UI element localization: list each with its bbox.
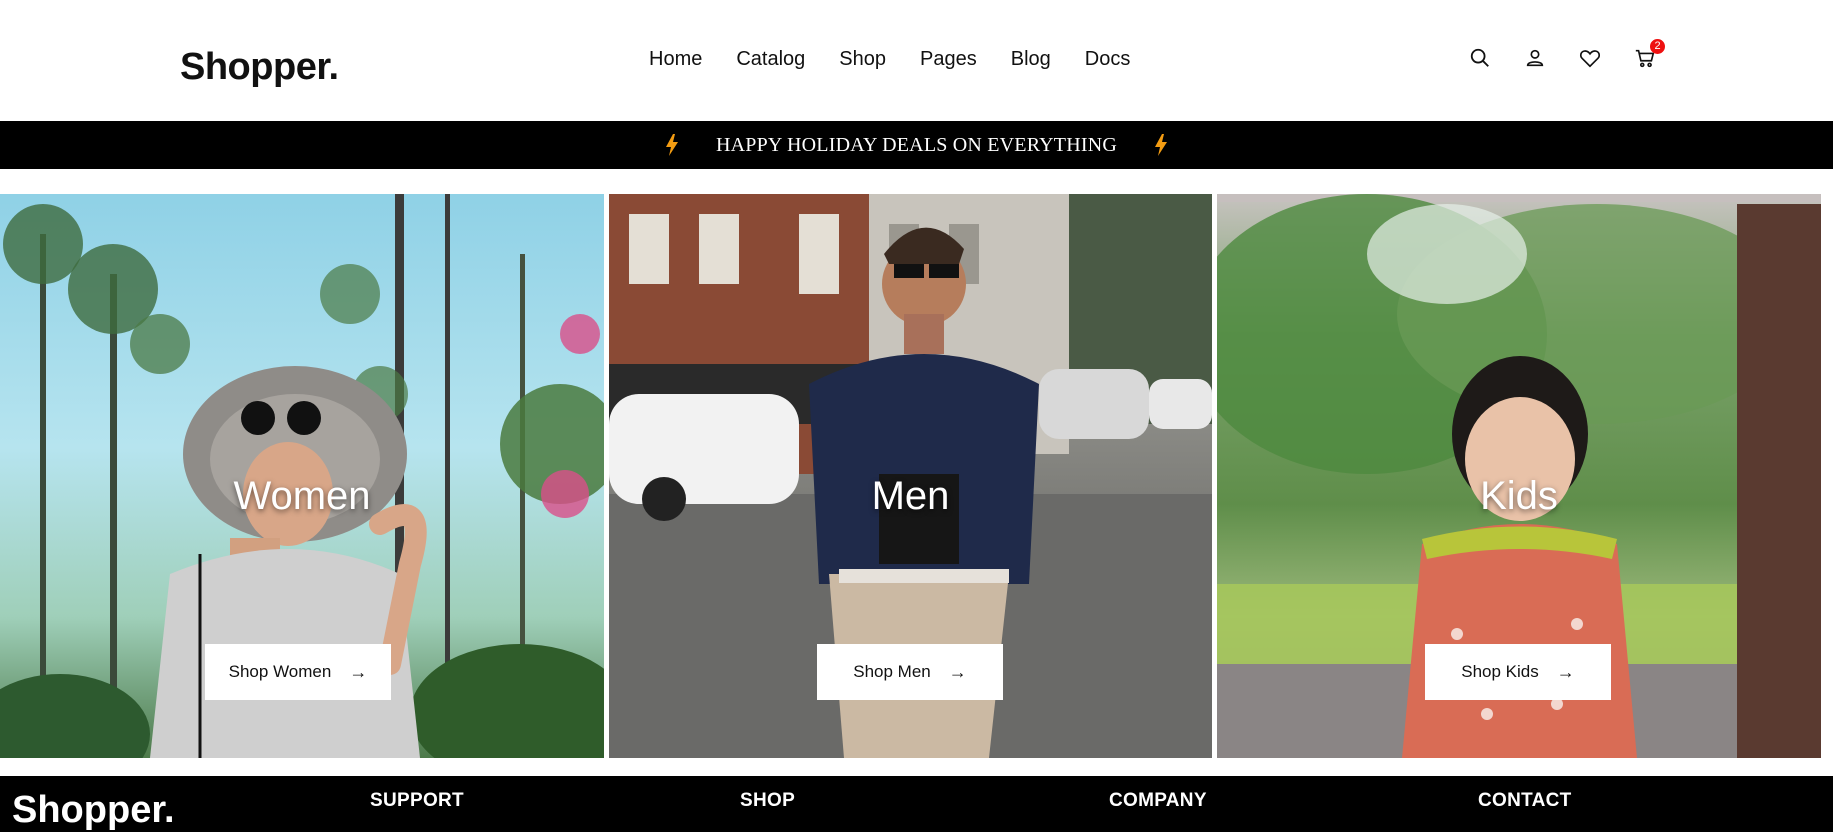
search-button[interactable]	[1452, 44, 1507, 72]
site-header: Shopper. Home Catalog Shop Pages Blog Do…	[0, 0, 1833, 120]
category-tiles: Women Shop Women → Men Shop Men → Kids S…	[0, 194, 1833, 758]
category-tile-men[interactable]: Men Shop Men →	[609, 194, 1212, 758]
category-tile-kids[interactable]: Kids Shop Kids →	[1217, 194, 1821, 758]
header-icons: 2	[1452, 39, 1672, 72]
bolt-icon	[1155, 134, 1168, 156]
arrow-right-icon: →	[948, 661, 967, 682]
tile-title: Men	[871, 474, 950, 518]
account-button[interactable]	[1507, 44, 1562, 72]
nav-blog[interactable]: Blog	[1011, 47, 1051, 71]
brand-logo[interactable]: Shopper.	[180, 46, 339, 89]
promo-text[interactable]: HAPPY HOLIDAY DEALS ON EVERYTHING	[716, 134, 1117, 157]
footer-heading-support: SUPPORT	[370, 790, 464, 811]
user-icon	[1526, 49, 1543, 67]
search-icon	[1470, 48, 1489, 67]
footer-heading-contact: CONTACT	[1478, 790, 1572, 811]
nav-catalog[interactable]: Catalog	[736, 47, 805, 71]
shop-kids-button[interactable]: Shop Kids →	[1425, 644, 1611, 700]
bolt-icon	[665, 134, 678, 156]
footer-heading-company: COMPANY	[1109, 790, 1207, 811]
arrow-right-icon: →	[1556, 661, 1575, 682]
shop-women-button[interactable]: Shop Women →	[205, 644, 391, 700]
promo-bar: HAPPY HOLIDAY DEALS ON EVERYTHING	[0, 121, 1833, 169]
tile-title: Kids	[1480, 474, 1558, 518]
shop-men-label: Shop Men	[853, 662, 931, 681]
arrow-right-icon: →	[349, 661, 368, 682]
nav-shop[interactable]: Shop	[839, 47, 886, 71]
category-tile-women[interactable]: Women Shop Women →	[0, 194, 604, 758]
footer-logo[interactable]: Shopper.	[12, 789, 175, 832]
footer-heading-shop: SHOP	[740, 790, 796, 811]
shop-kids-label: Shop Kids	[1461, 662, 1539, 681]
cart-button[interactable]: 2	[1617, 39, 1672, 72]
nav-pages[interactable]: Pages	[920, 47, 977, 71]
site-footer: Shopper. SUPPORT SHOP COMPANY CONTACT	[0, 776, 1833, 832]
shop-women-label: Shop Women	[228, 662, 332, 681]
cart-count-badge: 2	[1650, 39, 1665, 54]
nav-docs[interactable]: Docs	[1085, 47, 1131, 71]
nav-home[interactable]: Home	[649, 47, 702, 71]
wishlist-button[interactable]	[1562, 44, 1617, 72]
main-nav: Home Catalog Shop Pages Blog Docs	[649, 47, 1164, 71]
shop-men-button[interactable]: Shop Men →	[817, 644, 1003, 700]
heart-icon	[1579, 50, 1600, 68]
tile-title: Women	[233, 474, 371, 518]
